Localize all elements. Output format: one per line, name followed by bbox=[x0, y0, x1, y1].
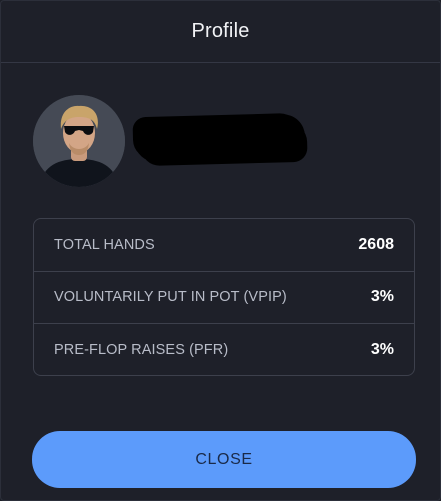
stat-value: 3% bbox=[370, 288, 394, 306]
modal-header: Profile bbox=[1, 1, 440, 63]
profile-info bbox=[33, 95, 306, 187]
stat-label: TOTAL HANDS bbox=[54, 236, 155, 253]
stat-label: VOLUNTARILY PUT IN POT (VPIP) bbox=[54, 289, 287, 306]
redacted-username bbox=[134, 113, 306, 163]
stat-label: PRE-FLOP RAISES (PFR) bbox=[54, 342, 229, 359]
stat-row-pfr: PRE-FLOP RAISES (PFR) 3% bbox=[34, 324, 414, 375]
profile-modal: Profile TOTAL HANDS 2608 VOLUNTARILY PUT… bbox=[0, 0, 441, 501]
stat-value: 2608 bbox=[358, 235, 394, 253]
stats-table: TOTAL HANDS 2608 VOLUNTARILY PUT IN POT … bbox=[33, 218, 415, 376]
avatar bbox=[33, 95, 125, 187]
stat-row-vpip: VOLUNTARILY PUT IN POT (VPIP) 3% bbox=[34, 272, 414, 325]
modal-title: Profile bbox=[191, 20, 250, 42]
avatar-photo-icon bbox=[33, 95, 125, 187]
close-button[interactable]: CLOSE bbox=[32, 431, 416, 488]
stat-value: 3% bbox=[370, 341, 394, 359]
stat-row-total-hands: TOTAL HANDS 2608 bbox=[34, 219, 414, 272]
